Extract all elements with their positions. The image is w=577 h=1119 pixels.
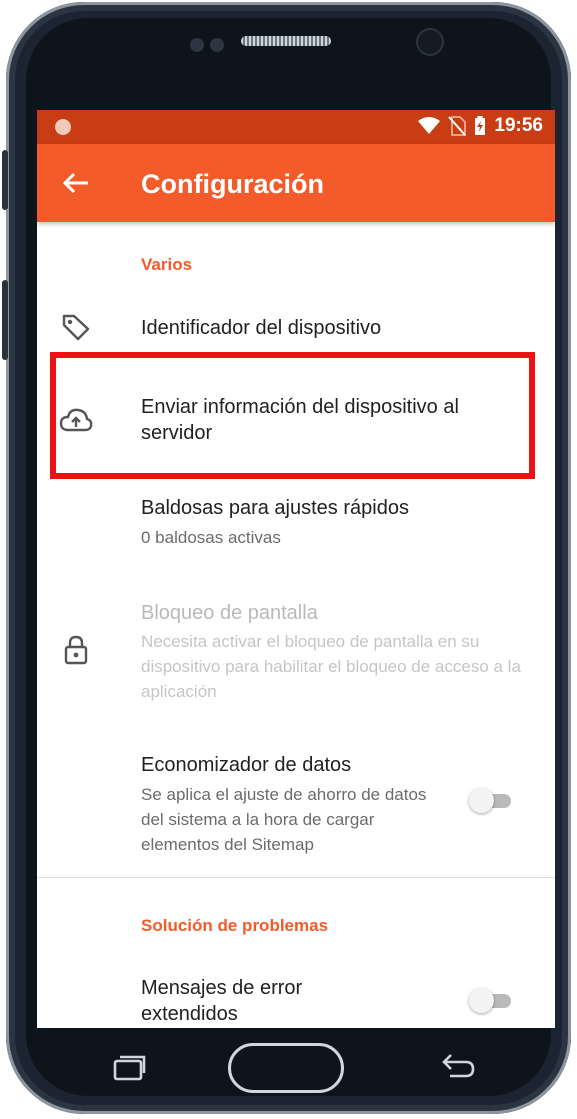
setting-title: Identificador del dispositivo bbox=[141, 317, 382, 339]
recent-apps-icon[interactable] bbox=[112, 1055, 146, 1081]
extended-errors-toggle[interactable] bbox=[469, 987, 515, 1013]
volume-button-lower bbox=[2, 280, 8, 360]
setting-subtitle: 0 baldosas activas bbox=[141, 528, 281, 547]
home-button[interactable] bbox=[228, 1043, 344, 1093]
toggle-thumb bbox=[469, 788, 494, 813]
app-bar: Configuración bbox=[37, 144, 555, 222]
setting-title: Baldosas para ajustes rápidos bbox=[141, 497, 409, 519]
toggle-thumb bbox=[469, 988, 494, 1013]
no-sim-icon bbox=[448, 116, 467, 136]
setting-subtitle: Se aplica el ajuste de ahorro de datos d… bbox=[141, 785, 427, 854]
tag-icon bbox=[59, 310, 93, 344]
setting-title: Bloqueo de pantalla bbox=[141, 602, 318, 624]
front-camera bbox=[418, 30, 442, 54]
setting-data-saver[interactable]: Economizador de datos Se aplica el ajust… bbox=[37, 747, 555, 857]
lock-icon bbox=[59, 633, 93, 667]
status-bar: 19:56 bbox=[37, 110, 555, 144]
setting-quick-tiles[interactable]: Baldosas para ajustes rápidos 0 baldosas… bbox=[37, 490, 555, 560]
wifi-icon bbox=[418, 117, 441, 134]
section-header-varios: Varios bbox=[141, 255, 193, 274]
setting-device-id[interactable]: Identificador del dispositivo bbox=[37, 300, 555, 356]
setting-title: Economizador de datos bbox=[141, 754, 352, 776]
sensor-dot bbox=[210, 38, 224, 52]
status-time: 19:56 bbox=[494, 115, 543, 136]
back-arrow-icon[interactable] bbox=[61, 168, 91, 198]
volume-button bbox=[2, 150, 8, 210]
screen: 19:56 Configuración Varios Identificador… bbox=[37, 110, 555, 1028]
earpiece-speaker bbox=[241, 36, 331, 46]
section-header-troubleshooting: Solución de problemas bbox=[141, 916, 329, 935]
back-icon[interactable] bbox=[440, 1052, 476, 1080]
data-saver-toggle[interactable] bbox=[469, 787, 515, 813]
highlight-box bbox=[50, 352, 535, 479]
setting-screen-lock: Bloqueo de pantalla Necesita activar el … bbox=[37, 595, 555, 705]
battery-charging-icon bbox=[475, 116, 486, 135]
status-icons: 19:56 bbox=[418, 115, 543, 137]
sensor-dot bbox=[190, 38, 204, 52]
page-title: Configuración bbox=[141, 169, 324, 199]
divider bbox=[37, 877, 555, 878]
setting-extended-errors[interactable]: Mensajes de error extendidos bbox=[37, 970, 555, 1028]
setting-subtitle: Necesita activar el bloqueo de pantalla … bbox=[141, 632, 521, 701]
setting-title: Mensajes de error extendidos bbox=[141, 977, 303, 1025]
notification-icon bbox=[55, 119, 71, 135]
